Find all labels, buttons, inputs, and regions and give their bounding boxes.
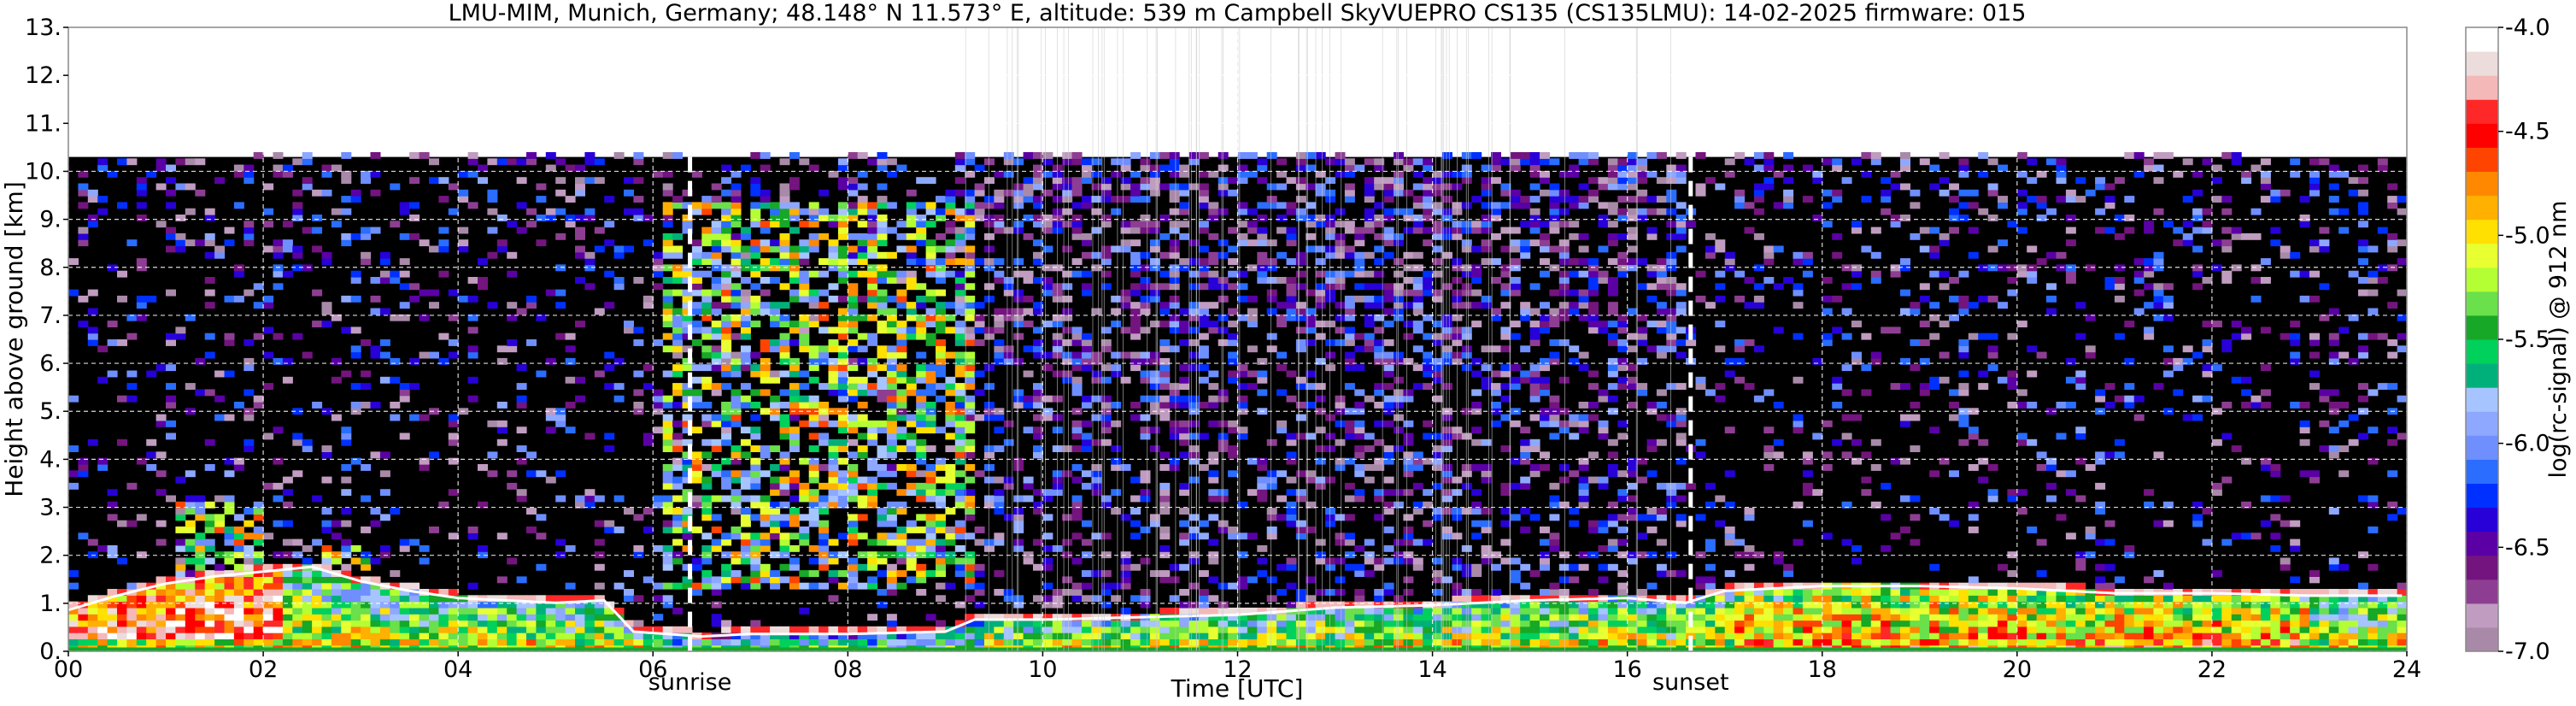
y-tick-label: 9. bbox=[39, 207, 62, 233]
colorbar-segment bbox=[2466, 627, 2498, 652]
y-tick-label: 1. bbox=[39, 591, 62, 617]
colorbar-segment bbox=[2466, 219, 2498, 244]
colorbar-segment bbox=[2466, 267, 2498, 292]
x-tick-label: 22 bbox=[2198, 656, 2227, 683]
y-tick-label: 8. bbox=[39, 255, 62, 281]
sunset-label: sunset bbox=[1652, 669, 1729, 696]
colorbar-segment bbox=[2466, 435, 2498, 460]
y-tick-label: 7. bbox=[39, 303, 62, 329]
colorbar-segment bbox=[2466, 75, 2498, 100]
colorbar-tick-label: -7.0 bbox=[2505, 638, 2550, 665]
y-tick-label: 13. bbox=[25, 15, 62, 41]
x-tick-label: 08 bbox=[833, 656, 862, 683]
y-tick-label: 11. bbox=[25, 110, 62, 137]
x-tick-label: 20 bbox=[2003, 656, 2032, 683]
x-axis-label: Time [UTC] bbox=[1171, 674, 1304, 703]
colorbar-segment bbox=[2466, 243, 2498, 268]
colorbar-segment bbox=[2466, 363, 2498, 388]
colorbar-segment bbox=[2466, 483, 2498, 509]
colorbar-segment bbox=[2466, 27, 2498, 52]
x-tick-label: 16 bbox=[1612, 656, 1641, 683]
ceilometer-figure: LMU-MIM, Munich, Germany; 48.148° N 11.5… bbox=[0, 0, 2572, 703]
x-tick-label: 18 bbox=[1808, 656, 1837, 683]
x-tick-label: 24 bbox=[2392, 656, 2421, 683]
colorbar-segment bbox=[2466, 99, 2498, 124]
x-tick-label: 14 bbox=[1417, 656, 1446, 683]
colorbar-tick-label: -6.5 bbox=[2505, 534, 2550, 561]
colorbar-tick-label: -4.0 bbox=[2505, 15, 2550, 41]
colorbar-segment bbox=[2466, 507, 2498, 532]
colorbar-segment bbox=[2466, 315, 2498, 340]
x-tick-label: 02 bbox=[249, 656, 278, 683]
colorbar-segment bbox=[2466, 195, 2498, 221]
colorbar-tick-label: -5.5 bbox=[2505, 327, 2550, 353]
colorbar-segment bbox=[2466, 531, 2498, 556]
y-tick-label: 3. bbox=[39, 495, 62, 521]
colorbar-segment bbox=[2466, 387, 2498, 412]
chart-title: LMU-MIM, Munich, Germany; 48.148° N 11.5… bbox=[449, 0, 2027, 26]
x-tick-label: 10 bbox=[1028, 656, 1057, 683]
colorbar-segment bbox=[2466, 579, 2498, 604]
colorbar-segment bbox=[2466, 339, 2498, 364]
colorbar-segment bbox=[2466, 555, 2498, 580]
colorbar-segments bbox=[2466, 27, 2498, 652]
y-tick-label: 4. bbox=[39, 446, 62, 473]
colorbar: -4.0 -4.5 -5.0 -5.5 -6.0 -6.5 -7.0 log(rc-sign… bbox=[2465, 15, 2572, 665]
y-tick-label: 6. bbox=[39, 350, 62, 377]
y-tick-label: 0. bbox=[39, 638, 62, 665]
colorbar-segment bbox=[2466, 123, 2498, 148]
colorbar-tick-label: -6.0 bbox=[2505, 431, 2550, 457]
colorbar-segment bbox=[2466, 459, 2498, 484]
colorbar-segment bbox=[2466, 291, 2498, 316]
y-tick-label: 12. bbox=[25, 62, 62, 89]
y-tick-label: 2. bbox=[39, 543, 62, 569]
sunrise-label: sunrise bbox=[648, 669, 732, 696]
colorbar-label: log(rc-signal) @ 912 nm bbox=[2545, 201, 2572, 479]
colorbar-segment bbox=[2466, 171, 2498, 197]
y-axis-label: Height above ground [km] bbox=[0, 181, 28, 497]
colorbar-ticks: -4.0 -4.5 -5.0 -5.5 -6.0 -6.5 -7.0 bbox=[2498, 15, 2550, 665]
y-tick-label: 10. bbox=[25, 158, 62, 185]
colorbar-segment bbox=[2466, 51, 2498, 76]
colorbar-tick-label: -4.5 bbox=[2505, 119, 2550, 145]
y-tick-label: 5. bbox=[39, 398, 62, 425]
x-tick-label: 04 bbox=[443, 656, 472, 683]
colorbar-tick-label: -5.0 bbox=[2505, 222, 2550, 249]
colorbar-segment bbox=[2466, 411, 2498, 436]
colorbar-segment bbox=[2466, 147, 2498, 172]
colorbar-segment bbox=[2466, 603, 2498, 628]
plot-area bbox=[67, 26, 2408, 652]
y-axis-ticks: 0. 1. 2. 3. 4. 5. 6. 7. 8. 9. 10. 11. 12. 13. bbox=[25, 15, 68, 665]
